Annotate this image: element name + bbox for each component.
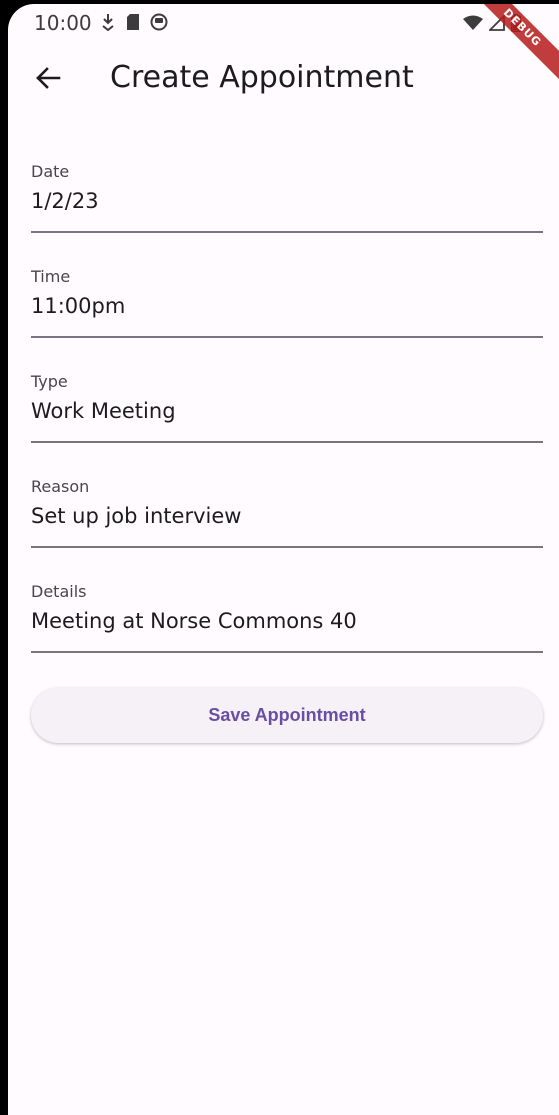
wifi-icon [463, 15, 483, 31]
time-field[interactable]: Time 11:00pm [31, 259, 543, 364]
details-field-value[interactable]: Meeting at Norse Commons 40 [31, 609, 357, 633]
page-title: Create Appointment [110, 60, 414, 95]
download-arrow-icon [100, 13, 116, 31]
save-appointment-button[interactable]: Save Appointment [31, 688, 543, 743]
arrow-left-icon [35, 66, 61, 95]
date-field-label: Date [31, 162, 70, 181]
reason-field-value[interactable]: Set up job interview [31, 504, 241, 528]
sd-card-icon [126, 13, 140, 31]
reason-field-underline [31, 546, 543, 548]
date-field-value[interactable]: 1/2/23 [31, 189, 99, 213]
type-field-value[interactable]: Work Meeting [31, 399, 176, 423]
date-field-underline [31, 231, 543, 233]
type-field-underline [31, 441, 543, 443]
time-field-underline [31, 336, 543, 338]
time-field-label: Time [31, 267, 71, 286]
reason-field[interactable]: Reason Set up job interview [31, 469, 543, 574]
app-screen: 10:00 DEBUG Create Appointment Date 1/2/… [8, 4, 559, 1115]
reason-field-label: Reason [31, 477, 90, 496]
back-button[interactable] [28, 60, 68, 100]
details-field-label: Details [31, 582, 87, 601]
details-field[interactable]: Details Meeting at Norse Commons 40 [31, 574, 543, 679]
date-field[interactable]: Date 1/2/23 [31, 154, 543, 259]
type-field[interactable]: Type Work Meeting [31, 364, 543, 469]
type-field-label: Type [31, 372, 68, 391]
app-circle-icon [150, 13, 168, 31]
app-bar: Create Appointment [8, 44, 559, 116]
details-field-underline [31, 651, 543, 653]
status-bar: 10:00 [8, 4, 559, 44]
status-time: 10:00 [34, 11, 92, 35]
appointment-form: Date 1/2/23 Time 11:00pm Type Work Meeti… [31, 154, 543, 679]
status-icons-left [100, 13, 168, 31]
time-field-value[interactable]: 11:00pm [31, 294, 125, 318]
